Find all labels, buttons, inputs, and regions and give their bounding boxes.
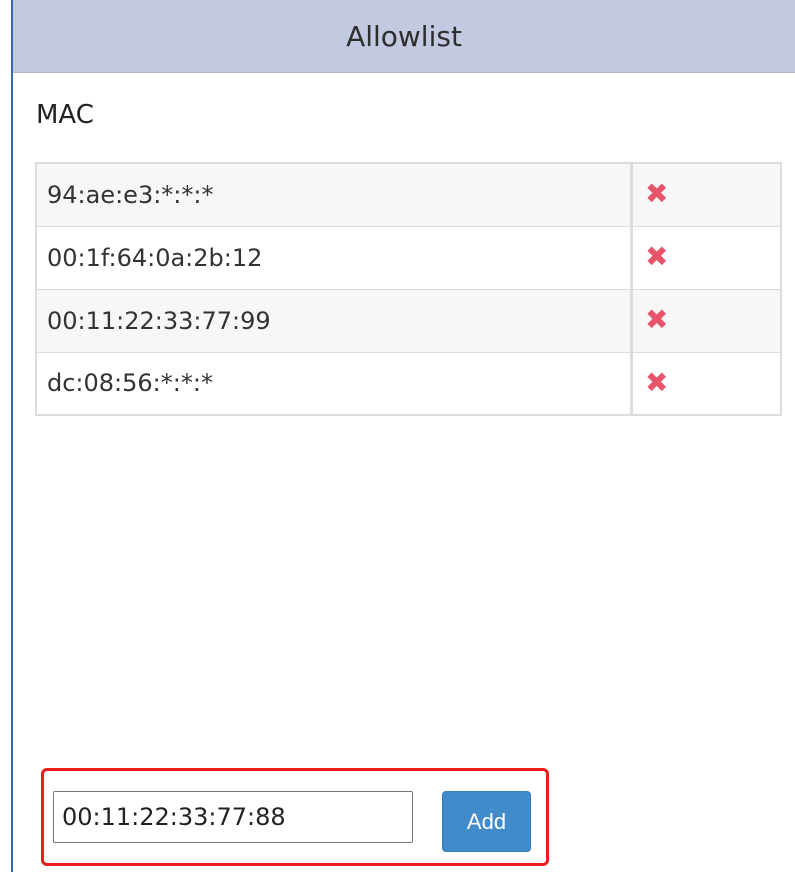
action-cell: ✖ [629,162,782,227]
allowlist-panel: Allowlist MAC 94:ae:e3:*:*:* ✖ 00:1f:64:… [11,0,795,872]
table-row: 00:1f:64:0a:2b:12 ✖ [35,225,782,290]
mac-table: 94:ae:e3:*:*:* ✖ 00:1f:64:0a:2b:12 ✖ 00:… [35,162,782,416]
add-button[interactable]: Add [442,791,531,852]
action-cell: ✖ [629,351,782,416]
mac-address-cell: 94:ae:e3:*:*:* [35,162,632,227]
remove-mac-close-icon[interactable]: ✖ [645,306,668,334]
remove-mac-close-icon[interactable]: ✖ [645,243,668,271]
action-cell: ✖ [629,288,782,353]
mac-address-cell: dc:08:56:*:*:* [35,351,632,416]
table-row: 00:11:22:33:77:99 ✖ [35,288,782,353]
panel-title: Allowlist [346,19,462,53]
remove-mac-close-icon[interactable]: ✖ [645,368,668,397]
mac-section-label: MAC [36,100,94,130]
action-cell: ✖ [629,225,782,290]
table-row: 94:ae:e3:*:*:* ✖ [35,162,782,227]
mac-address-cell: 00:11:22:33:77:99 [35,288,632,353]
mac-address-cell: 00:1f:64:0a:2b:12 [35,225,632,290]
panel-header: Allowlist [13,0,795,73]
mac-address-input[interactable] [53,791,413,843]
table-row: dc:08:56:*:*:* ✖ [35,351,782,416]
remove-mac-close-icon[interactable]: ✖ [645,180,668,208]
